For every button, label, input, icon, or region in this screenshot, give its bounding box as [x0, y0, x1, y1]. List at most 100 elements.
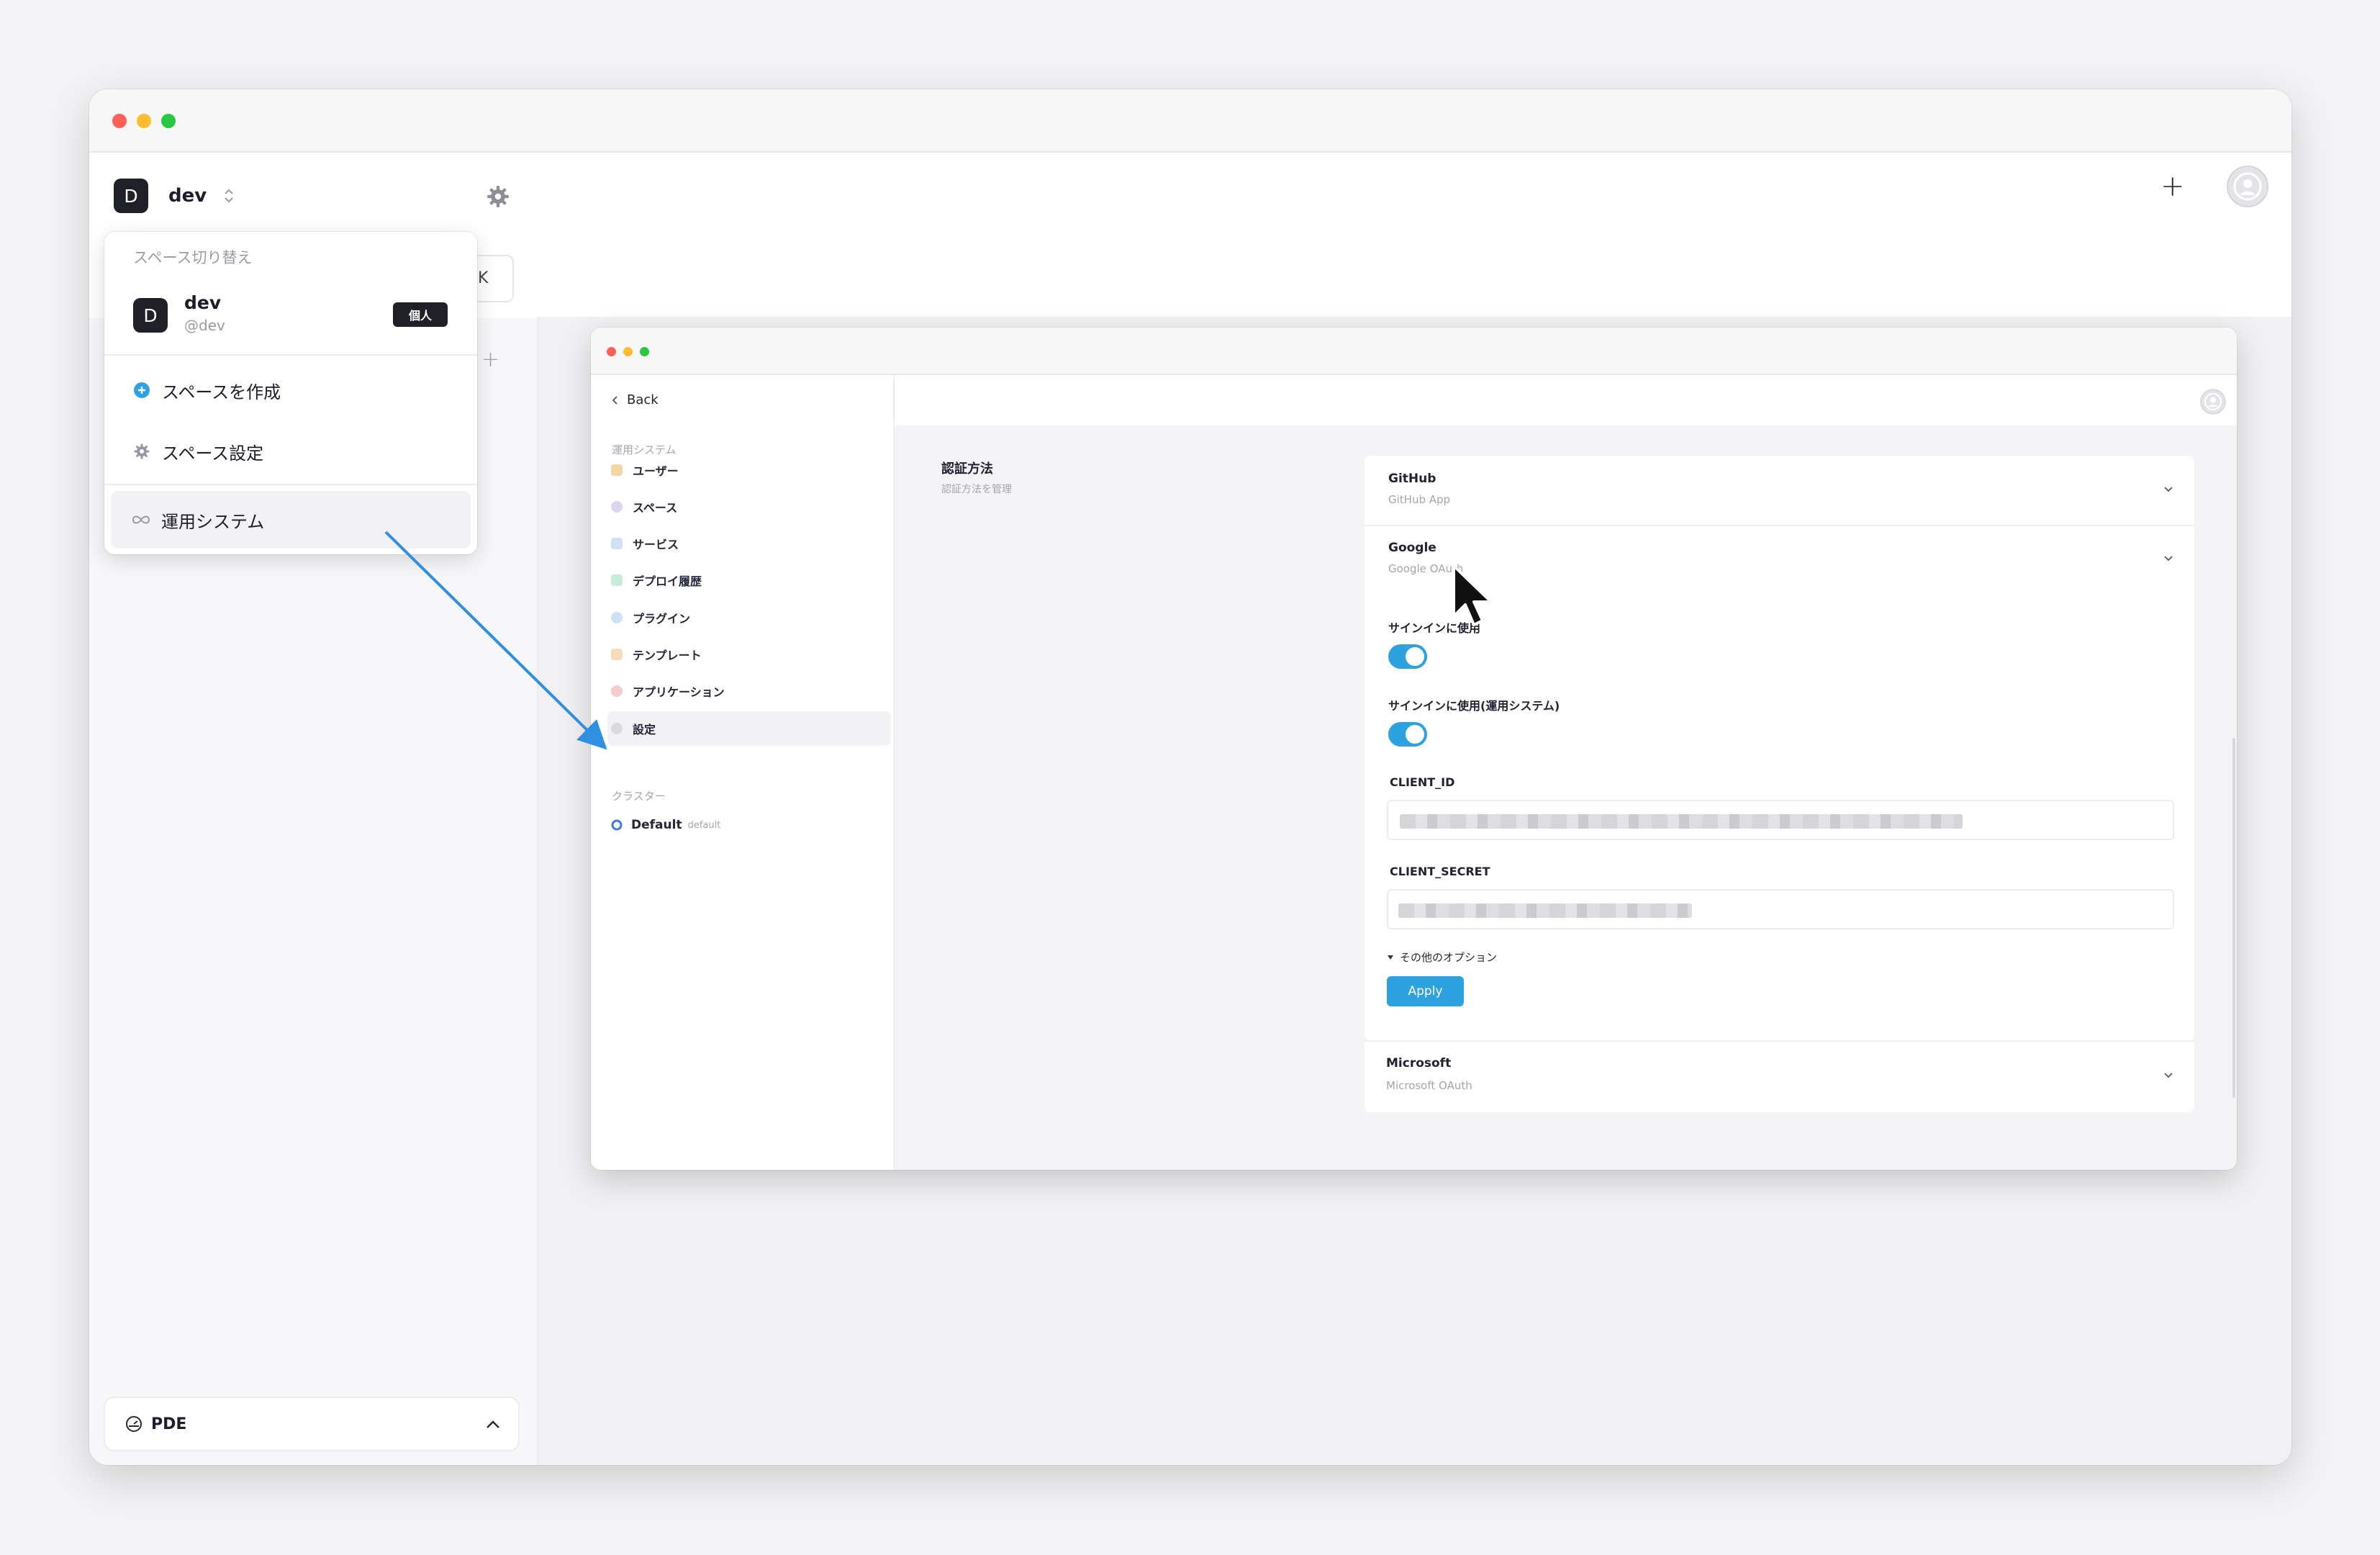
inner-sidebar: Back 運用システム ユーザー スペース サービス デプロイ履歴 プラグイン … [591, 375, 895, 1170]
provider-name: Google [1388, 541, 1436, 555]
add-item-button[interactable]: + [481, 347, 499, 372]
template-icon [611, 649, 623, 660]
provider-type: GitHub App [1388, 493, 1451, 506]
space-avatar: D [133, 298, 168, 333]
client-id-label: CLIENT_ID [1390, 775, 1455, 789]
other-options-toggle[interactable]: その他のオプション [1387, 950, 1497, 965]
cluster-item-default[interactable]: Default default [611, 818, 720, 832]
top-header [537, 153, 2291, 317]
application-icon [611, 685, 623, 697]
divider [104, 484, 477, 485]
space-selector[interactable]: D dev [114, 179, 235, 213]
back-link[interactable]: Back [611, 392, 659, 407]
inner-zoom-button[interactable] [640, 347, 649, 356]
create-space-item[interactable]: スペースを作成 [112, 361, 470, 419]
inner-titlebar [591, 328, 2237, 375]
environment-label: PDE [151, 1415, 187, 1433]
current-space-item[interactable]: D dev @dev 個人 [104, 276, 477, 356]
zoom-window-button[interactable] [161, 114, 176, 128]
operations-system-label: 運用システム [161, 511, 265, 532]
space-switcher-dropdown: スペース切り替え D dev @dev 個人 スペースを作成 スペース設定 運用… [104, 232, 477, 554]
nav-item-settings[interactable]: 設定 [607, 711, 891, 746]
nav-label: 設定 [633, 723, 656, 736]
inner-user-avatar-icon[interactable] [2200, 389, 2226, 415]
deploy-icon [611, 574, 623, 586]
nav-item-plugins[interactable]: プラグイン [607, 600, 891, 635]
apply-button[interactable]: Apply [1387, 976, 1464, 1006]
auth-section-subtitle: 認証方法を管理 [941, 484, 1012, 495]
dashboard-icon [126, 1416, 142, 1432]
gear-icon [134, 443, 150, 459]
provider-microsoft[interactable]: Microsoft Microsoft OAuth [1365, 1040, 2194, 1112]
space-settings-item[interactable]: スペース設定 [112, 423, 470, 480]
personal-badge: 個人 [393, 302, 448, 327]
cluster-icon [611, 819, 623, 831]
nav-item-users[interactable]: ユーザー [607, 453, 891, 487]
nav-label: デプロイ履歴 [633, 574, 702, 588]
add-button[interactable]: + [2160, 170, 2185, 203]
create-space-label: スペースを作成 [162, 382, 281, 402]
minimize-window-button[interactable] [137, 114, 151, 128]
space-name: dev [184, 292, 222, 313]
signin-ops-toggle-label: サインインに使用(運用システム) [1388, 699, 1560, 713]
nav-label: テンプレート [633, 649, 702, 662]
inner-screenshot-window: Back 運用システム ユーザー スペース サービス デプロイ履歴 プラグイン … [591, 328, 2237, 1170]
inner-minimize-button[interactable] [623, 347, 633, 356]
dropdown-heading: スペース切り替え [133, 249, 253, 266]
chevron-down-icon [2164, 556, 2173, 562]
nav-item-applications[interactable]: アプリケーション [607, 674, 891, 708]
client-secret-label: CLIENT_SECRET [1390, 865, 1490, 878]
nav-item-spaces[interactable]: スペース [607, 490, 891, 524]
window-titlebar [89, 89, 2291, 153]
provider-name: Microsoft [1386, 1056, 1452, 1071]
operations-system-item[interactable]: 運用システム [111, 491, 471, 549]
nav-item-services[interactable]: サービス [607, 526, 891, 561]
cluster-name: Default [631, 818, 682, 832]
section-heading: クラスター [612, 790, 666, 803]
nav-item-deploy-history[interactable]: デプロイ履歴 [607, 563, 891, 598]
close-window-button[interactable] [112, 114, 127, 128]
service-icon [611, 538, 623, 549]
divider [104, 354, 477, 356]
provider-type: Microsoft OAuth [1386, 1079, 1472, 1092]
other-options-label: その他のオプション [1400, 951, 1498, 964]
shortcut-key-hint: K [478, 269, 489, 287]
provider-name: GitHub [1388, 472, 1436, 486]
nav-label: プラグイン [633, 612, 691, 626]
space-handle: @dev [184, 317, 225, 334]
plugin-icon [611, 612, 623, 623]
chevron-down-icon [2164, 1073, 2173, 1078]
chevron-up-down-icon [225, 189, 233, 203]
settings-icon [611, 723, 623, 734]
chevron-down-icon [2164, 487, 2173, 492]
plus-circle-icon [134, 382, 150, 398]
inner-topbar [895, 375, 2237, 425]
chevron-up-icon [487, 1420, 499, 1428]
infinity-icon [132, 515, 150, 524]
client-secret-field[interactable] [1387, 889, 2174, 929]
client-id-field[interactable] [1387, 800, 2174, 840]
nav-label: ユーザー [633, 464, 679, 478]
nav-label: アプリケーション [633, 685, 725, 699]
gear-icon[interactable] [486, 184, 510, 209]
mouse-cursor-icon [1452, 564, 1493, 626]
scrollbar[interactable] [2232, 738, 2235, 1098]
nav-item-templates[interactable]: テンプレート [607, 637, 891, 672]
nav-label: サービス [633, 538, 679, 551]
signin-toggle[interactable] [1388, 644, 1427, 669]
caret-down-icon [1388, 955, 1393, 960]
users-icon [611, 464, 623, 476]
user-avatar-icon[interactable] [2227, 166, 2268, 207]
nav-label: スペース [633, 501, 678, 515]
back-label: Back [627, 392, 659, 407]
cluster-tag: default [687, 819, 721, 831]
environment-switcher[interactable]: PDE [104, 1397, 520, 1451]
redacted-value [1400, 814, 1963, 829]
inner-close-button[interactable] [607, 347, 616, 356]
signin-ops-toggle[interactable] [1388, 722, 1427, 747]
space-avatar: D [114, 179, 148, 213]
space-name: dev [168, 185, 207, 207]
space-icon [611, 501, 623, 513]
chevron-left-icon [612, 395, 617, 405]
provider-github[interactable]: GitHub GitHub App [1365, 456, 2194, 525]
